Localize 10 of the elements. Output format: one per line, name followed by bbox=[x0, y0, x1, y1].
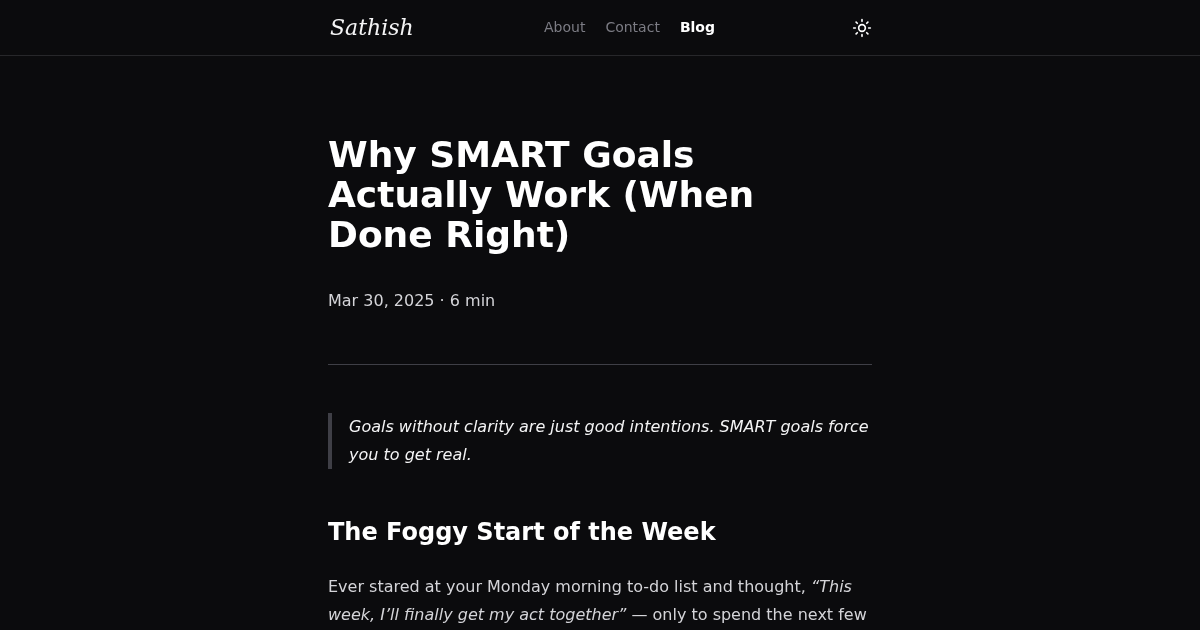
nav-link[interactable]: About bbox=[544, 17, 586, 38]
article-title: Why SMART Goals Actually Work (When Done Right) bbox=[328, 135, 756, 255]
section-heading: The Foggy Start of the Week bbox=[328, 517, 717, 548]
body-paragraph: Ever stared at your Monday morning to-do list and thought, “This week, I’ll finally get my act together” — only to spend the next few bbox=[328, 576, 868, 626]
article-meta: Mar 30, 2025 · 6 min bbox=[328, 290, 497, 312]
pull-quote: Goals without clarity are just good intentions. SMART goals force you to get real. bbox=[349, 416, 870, 466]
site-logo[interactable]: Sathish bbox=[328, 16, 414, 39]
sun-icon bbox=[852, 17, 872, 38]
nav-link[interactable]: Contact bbox=[605, 17, 660, 38]
nav-link[interactable]: Blog bbox=[679, 17, 715, 38]
